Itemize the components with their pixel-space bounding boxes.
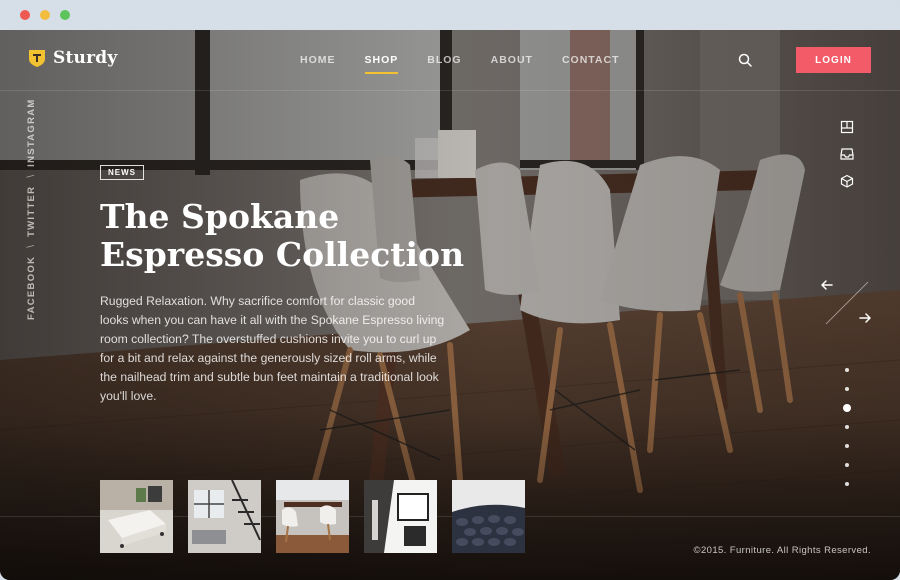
nav-home[interactable]: HOME	[300, 54, 336, 66]
twitter-link[interactable]: TWITTER	[26, 186, 37, 237]
hero-description: Rugged Relaxation. Why sacrifice comfort…	[100, 294, 445, 403]
login-button[interactable]: LOGIN	[796, 47, 871, 73]
slide-dot-6[interactable]	[845, 463, 849, 467]
header-divider	[0, 90, 900, 91]
shield-logo-icon	[29, 49, 45, 67]
search-icon[interactable]	[738, 53, 752, 67]
slide-dot-5[interactable]	[845, 444, 849, 448]
site-logo[interactable]: Sturdy	[28, 48, 117, 68]
thumbnail-strip	[100, 480, 525, 553]
social-separator: \	[26, 174, 37, 178]
cube-icon[interactable]	[840, 174, 854, 188]
window-titlebar	[0, 0, 900, 30]
thumbnail-living-room-table[interactable]	[100, 480, 173, 553]
copyright-text: ©2015. Furniture. All Rights Reserved.	[693, 545, 871, 556]
browser-window: Sturdy HOME SHOP BLOG ABOUT CONTACT LOGI…	[0, 0, 900, 580]
thumbnail-loft-staircase[interactable]	[188, 480, 261, 553]
news-tag[interactable]: NEWS	[100, 165, 144, 180]
social-links: FACEBOOK \ TWITTER \ INSTAGRAM	[26, 98, 37, 320]
slider-pagination	[843, 368, 851, 501]
nav-blog[interactable]: BLOG	[427, 54, 461, 66]
main-nav: HOME SHOP BLOG ABOUT CONTACT	[300, 54, 649, 74]
nav-shop[interactable]: SHOP	[364, 54, 399, 74]
slide-dot-7[interactable]	[845, 482, 849, 486]
slide-dot-2[interactable]	[845, 387, 849, 391]
maximize-window-button[interactable]	[60, 10, 70, 20]
hero-section: Sturdy HOME SHOP BLOG ABOUT CONTACT LOGI…	[0, 30, 900, 580]
brand-name: Sturdy	[53, 48, 118, 68]
hero-title-line-1: The Spokane	[100, 197, 340, 236]
slide-dot-1[interactable]	[845, 368, 849, 372]
slide-dot-3[interactable]	[843, 404, 851, 412]
arrow-right-icon[interactable]	[858, 311, 872, 325]
minimize-window-button[interactable]	[40, 10, 50, 20]
hero-title: The Spokane Espresso Collection	[100, 198, 480, 274]
facebook-link[interactable]: FACEBOOK	[26, 256, 37, 320]
close-window-button[interactable]	[20, 10, 30, 20]
nav-contact[interactable]: CONTACT	[562, 54, 620, 66]
social-separator: \	[26, 244, 37, 248]
side-toolbar	[840, 120, 854, 188]
instagram-link[interactable]: INSTAGRAM	[26, 98, 37, 167]
inbox-icon[interactable]	[840, 147, 854, 161]
thumbnail-leather-sofa[interactable]	[452, 480, 525, 553]
hero-title-line-2: Espresso Collection	[100, 235, 465, 274]
thumbnail-dining-chairs[interactable]	[276, 480, 349, 553]
nav-about[interactable]: ABOUT	[491, 54, 533, 66]
arrow-left-icon[interactable]	[820, 278, 834, 292]
thumbnail-white-interior[interactable]	[364, 480, 437, 553]
book-icon[interactable]	[840, 120, 854, 134]
slide-dot-4[interactable]	[845, 425, 849, 429]
